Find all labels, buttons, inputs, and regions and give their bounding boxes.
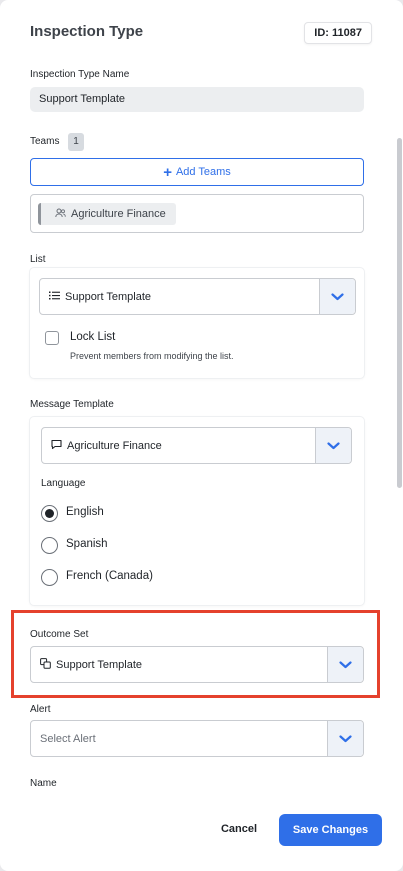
- radio-english-label: English: [66, 506, 104, 518]
- list-label: List: [30, 254, 46, 265]
- chevron-down-icon[interactable]: [315, 428, 351, 463]
- inspection-type-name-field[interactable]: Support Template: [30, 87, 364, 112]
- radio-english[interactable]: [41, 505, 58, 522]
- message-template-label: Message Template: [30, 399, 114, 410]
- alert-select-placeholder: Select Alert: [40, 732, 96, 745]
- add-teams-label: Add Teams: [175, 166, 231, 178]
- teams-box[interactable]: Agriculture Finance: [30, 194, 364, 233]
- cancel-button[interactable]: Cancel: [216, 819, 262, 839]
- lock-list-checkbox[interactable]: [45, 331, 59, 345]
- chat-icon: [51, 439, 62, 453]
- save-changes-button[interactable]: Save Changes: [279, 814, 382, 846]
- add-teams-button[interactable]: + Add Teams: [30, 158, 364, 186]
- users-icon: [55, 208, 66, 221]
- list-card: Support Template Lock List Prevent membe…: [30, 268, 364, 378]
- team-chip[interactable]: Agriculture Finance: [38, 203, 176, 225]
- list-select-value: Support Template: [65, 290, 152, 303]
- alert-select[interactable]: Select Alert: [30, 720, 364, 757]
- teams-label: Teams: [30, 136, 60, 147]
- radio-spanish[interactable]: [41, 537, 58, 554]
- scrollbar[interactable]: [395, 60, 403, 840]
- chevron-down-icon[interactable]: [319, 279, 355, 314]
- page-title: Inspection Type: [30, 23, 144, 40]
- radio-spanish-label: Spanish: [66, 538, 108, 550]
- message-template-select[interactable]: Agriculture Finance: [41, 427, 352, 464]
- outcome-set-highlight: [11, 610, 380, 698]
- plus-icon: +: [163, 163, 172, 181]
- teams-count-badge: 1: [68, 133, 84, 151]
- radio-french-canada-label: French (Canada): [66, 570, 153, 582]
- team-chip-label: Agriculture Finance: [71, 208, 166, 220]
- list-select[interactable]: Support Template: [39, 278, 356, 315]
- chevron-down-icon[interactable]: [327, 721, 363, 756]
- lock-list-description: Prevent members from modifying the list.: [70, 351, 234, 361]
- radio-french-canada[interactable]: [41, 569, 58, 586]
- language-label: Language: [41, 478, 86, 489]
- message-template-select-value: Agriculture Finance: [67, 439, 162, 452]
- name-label: Name: [30, 778, 57, 789]
- list-icon: [49, 291, 60, 303]
- alert-label: Alert: [30, 704, 51, 715]
- inspection-type-name-label: Inspection Type Name: [30, 69, 130, 80]
- scrollbar-thumb[interactable]: [397, 138, 402, 488]
- lock-list-label: Lock List: [70, 331, 116, 343]
- id-badge: ID: 11087: [304, 22, 372, 44]
- inspection-type-panel: Inspection Type ID: 11087 Inspection Typ…: [0, 0, 403, 871]
